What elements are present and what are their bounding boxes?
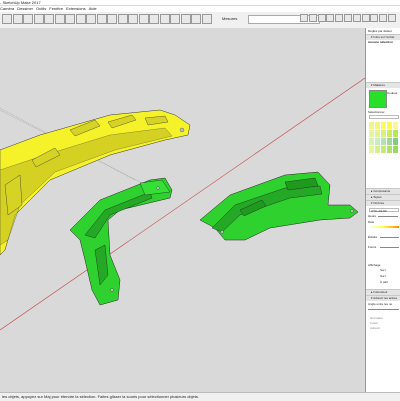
material-swatch[interactable] — [369, 130, 374, 137]
pan-icon[interactable] — [180, 14, 191, 24]
material-swatch[interactable] — [375, 138, 380, 145]
dark-slider[interactable] — [380, 247, 399, 248]
tray-title: Réglés par défaut — [368, 29, 392, 33]
angle-label: Angle entre les no — [368, 302, 393, 306]
default-tray: Réglés par défaut ▾ Infos sur l'entité A… — [365, 28, 400, 392]
materials-header[interactable]: ▾ Matières — [366, 82, 400, 88]
axes-icon[interactable] — [128, 14, 138, 24]
material-swatch[interactable] — [393, 146, 398, 153]
current-material-swatch[interactable] — [369, 90, 387, 108]
scale-icon[interactable] — [86, 14, 96, 24]
model-canvas[interactable] — [0, 28, 365, 392]
time-label: Heure — [368, 214, 377, 218]
material-swatch[interactable] — [375, 130, 380, 137]
material-library-select[interactable] — [369, 115, 399, 119]
prev-icon[interactable] — [344, 14, 352, 22]
from-edges-checkbox[interactable]: À part — [380, 280, 388, 284]
extension-icon[interactable] — [317, 14, 326, 22]
green-part-left[interactable] — [69, 177, 173, 306]
eraser-icon[interactable] — [12, 14, 23, 24]
rotate-icon[interactable] — [75, 14, 86, 24]
paint-icon[interactable] — [159, 14, 170, 24]
material-swatch[interactable] — [387, 138, 392, 145]
material-name: Couleur — [387, 91, 398, 95]
status-text: les objets, appuyez sur Maj pour étendre… — [2, 394, 199, 399]
material-swatch[interactable] — [387, 130, 392, 137]
next-icon[interactable] — [352, 14, 361, 22]
pencil-icon[interactable] — [23, 14, 33, 24]
add-location-icon[interactable] — [379, 14, 388, 22]
drawing-viewport[interactable] — [0, 28, 365, 392]
material-swatch[interactable] — [369, 146, 374, 153]
normals-checkbox[interactable]: Normales — [370, 316, 383, 320]
on-faces-checkbox[interactable]: Sur l — [380, 268, 386, 272]
paint2-icon[interactable] — [361, 14, 370, 22]
light-slider[interactable] — [380, 237, 399, 238]
shadows-header[interactable]: ▾ Ombres — [366, 200, 400, 206]
window-title: - SketchUp Make 2017 — [0, 0, 41, 5]
soften-coplanar-checkbox[interactable]: Adoucir — [370, 326, 380, 330]
home-icon[interactable] — [335, 14, 344, 22]
time-slider[interactable] — [378, 216, 398, 217]
select-icon[interactable] — [2, 14, 12, 24]
zoom-extents-icon[interactable] — [300, 14, 308, 22]
offset-icon[interactable] — [96, 14, 107, 24]
material-swatch[interactable] — [393, 130, 398, 137]
material-swatch[interactable] — [375, 146, 380, 153]
zoom-window-icon[interactable] — [201, 14, 212, 24]
house-icon[interactable] — [370, 14, 379, 22]
move-icon[interactable] — [65, 14, 75, 24]
material-swatch[interactable] — [369, 122, 374, 129]
main-toolbar: Mesures — [0, 12, 400, 29]
material-swatch[interactable] — [393, 122, 398, 129]
protractor-icon[interactable] — [149, 14, 159, 24]
timezone-select[interactable]: UTC+01:00 — [369, 208, 399, 213]
measure-label: Mesures — [222, 16, 238, 21]
material-swatch[interactable] — [381, 130, 386, 137]
tape-icon[interactable] — [107, 14, 117, 24]
terrain-icon[interactable] — [388, 14, 396, 22]
green-part-right[interactable] — [199, 171, 359, 241]
smooth-checkbox[interactable]: Lisser — [370, 321, 378, 325]
date-slider[interactable] — [368, 226, 399, 228]
material-swatch[interactable] — [381, 146, 386, 153]
arc-icon[interactable] — [33, 14, 44, 24]
material-swatch[interactable] — [369, 138, 374, 145]
on-ground-checkbox[interactable]: Sur l — [380, 274, 386, 278]
angle-slider[interactable] — [368, 309, 399, 310]
light-label: Éclairé — [368, 235, 378, 239]
material-swatch[interactable] — [375, 122, 380, 129]
zoom-icon[interactable] — [191, 14, 201, 24]
material-swatch[interactable] — [381, 138, 386, 145]
layout-icon[interactable] — [326, 14, 335, 22]
materials-tab-select[interactable]: Sélectionner — [368, 110, 385, 114]
soften-edges-header[interactable]: ▾ Adoucir les arêtes — [366, 295, 400, 301]
dark-label: Foncé — [368, 245, 377, 249]
material-swatch[interactable] — [381, 122, 386, 129]
display-label: Affichage — [368, 263, 381, 267]
date-label: Date — [368, 220, 375, 224]
material-swatch[interactable] — [387, 146, 392, 153]
orbit-icon[interactable] — [170, 14, 180, 24]
selection-note: Aucune sélection — [368, 40, 393, 44]
material-swatch[interactable] — [393, 138, 398, 145]
rectangle-icon[interactable] — [44, 14, 54, 24]
text-icon[interactable] — [117, 14, 128, 24]
dimension-icon[interactable] — [138, 14, 149, 24]
material-swatch[interactable] — [387, 122, 392, 129]
title-bar: - SketchUp Make 2017 — [0, 0, 400, 5]
warehouse-icon[interactable] — [308, 14, 317, 22]
push-pull-icon[interactable] — [54, 14, 65, 24]
